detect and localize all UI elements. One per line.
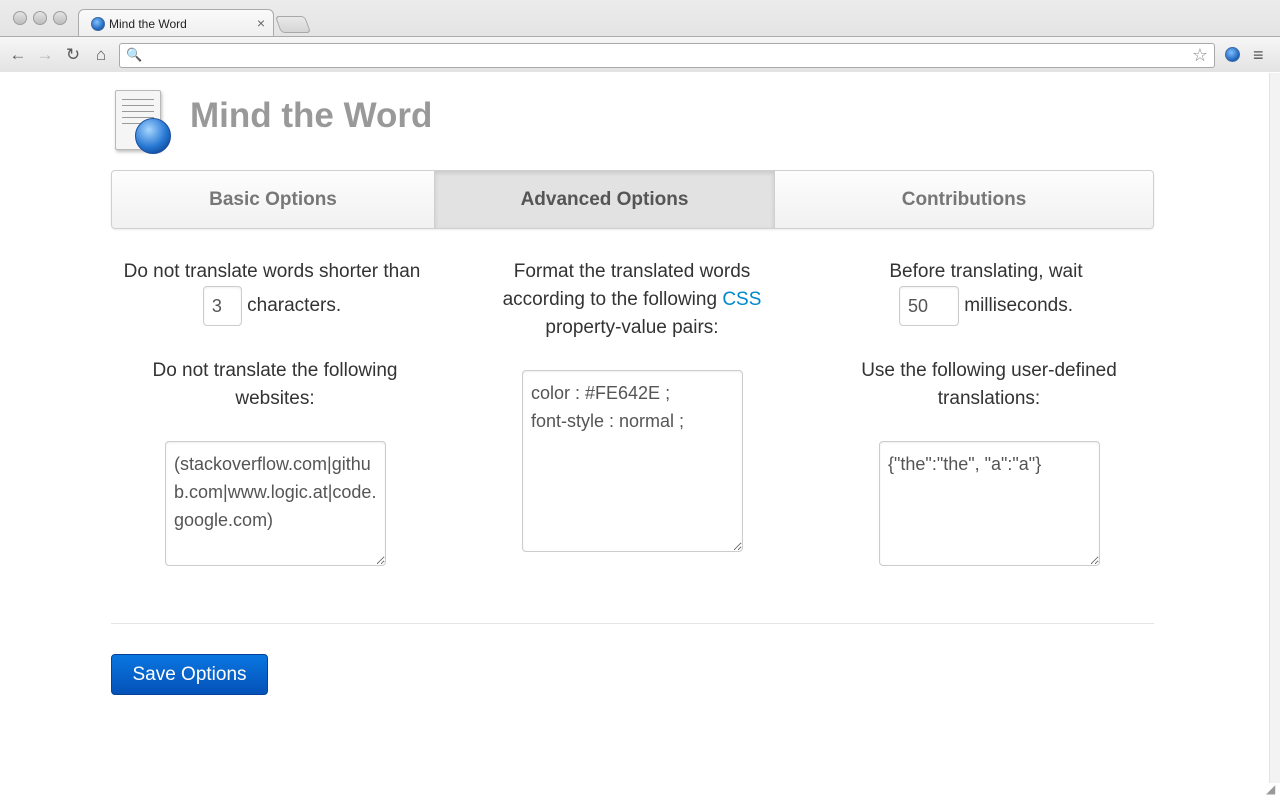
browser-chrome: Mind the Word × ← → ↻ ⌂ 🔍 ☆ ≡	[0, 0, 1280, 72]
save-options-button[interactable]: Save Options	[111, 654, 268, 695]
delay-option: Before translating, wait milliseconds.	[830, 258, 1142, 326]
window-minimize-button[interactable]	[33, 11, 47, 25]
bookmark-star-icon[interactable]: ☆	[1192, 45, 1208, 66]
divider	[111, 623, 1154, 624]
globe-icon	[135, 118, 171, 154]
options-tabs: Basic Options Advanced Options Contribut…	[111, 170, 1154, 229]
blacklist-label: Do not translate the following websites:	[152, 360, 398, 409]
tab-basic-options[interactable]: Basic Options	[112, 171, 435, 228]
options-page: Mind the Word Basic Options Advanced Opt…	[0, 73, 1269, 796]
document-globe-icon	[113, 88, 173, 158]
forward-arrow-icon[interactable]: →	[35, 45, 55, 65]
delay-prefix: Before translating, wait	[889, 261, 1083, 282]
globe-favicon-icon	[91, 17, 105, 31]
tab-close-icon[interactable]: ×	[257, 15, 265, 31]
window-close-button[interactable]	[13, 11, 27, 25]
css-suffix: property-value pairs:	[545, 317, 719, 338]
page-title: Mind the Word	[190, 96, 433, 135]
min-length-option: Do not translate words shorter than char…	[111, 258, 433, 326]
reload-icon[interactable]: ↻	[63, 45, 83, 65]
tab-advanced-options[interactable]: Advanced Options	[435, 171, 775, 228]
min-length-suffix: characters.	[247, 295, 342, 317]
window-zoom-button[interactable]	[53, 11, 67, 25]
delay-input[interactable]	[898, 286, 959, 326]
tab-contributions[interactable]: Contributions	[775, 171, 1153, 228]
blacklist-textarea[interactable]: (stackoverflow.com|github.com|www.logic.…	[165, 441, 386, 566]
browser-tab-title: Mind the Word	[109, 17, 187, 31]
search-icon: 🔍	[126, 47, 143, 62]
user-translations-label: Use the following user-defined translati…	[861, 360, 1117, 409]
css-link[interactable]: CSS	[722, 289, 761, 310]
user-translations-textarea[interactable]: {"the":"the", "a":"a"}	[879, 441, 1100, 566]
css-prefix: Format the translated words according to…	[502, 261, 751, 310]
browser-menu-icon[interactable]: ≡	[1253, 45, 1264, 66]
window-resize-grip-icon[interactable]: ◢	[1266, 782, 1275, 796]
delay-suffix: milliseconds.	[964, 295, 1074, 317]
address-bar[interactable]: 🔍 ☆	[119, 43, 1215, 68]
back-arrow-icon[interactable]: ←	[8, 45, 28, 65]
home-icon[interactable]: ⌂	[91, 45, 111, 65]
browser-toolbar: ← → ↻ ⌂ 🔍 ☆ ≡	[0, 36, 1280, 72]
new-tab-button[interactable]	[274, 16, 312, 33]
min-length-input[interactable]	[202, 286, 242, 326]
browser-tab[interactable]: Mind the Word ×	[78, 9, 274, 37]
extension-globe-icon[interactable]	[1225, 47, 1240, 62]
vertical-scrollbar[interactable]	[1269, 73, 1280, 783]
min-length-prefix: Do not translate words shorter than	[123, 261, 421, 282]
css-textarea[interactable]: color : #FE642E ; font-style : normal ;	[522, 370, 743, 552]
address-input[interactable]	[144, 46, 1184, 65]
css-option-label: Format the translated words according to…	[476, 258, 788, 342]
tab-strip: Mind the Word ×	[0, 0, 1280, 37]
